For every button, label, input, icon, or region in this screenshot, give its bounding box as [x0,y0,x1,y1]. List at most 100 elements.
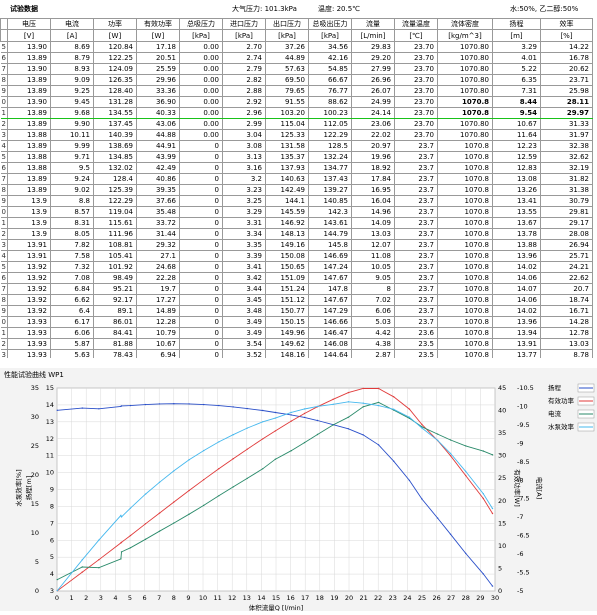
table-row[interactable]: 9 13.89 9.25 128.40 33.36 0.00 2.88 79.65 76.77 2… [0,85,593,97]
table-cell: 12.07 [351,239,395,251]
table-cell: 128.5 [308,140,352,152]
table-row[interactable]: 7 13.89 9.24 128.4 40.86 0 3.2 140.63 137.43 17.8… [0,173,593,185]
series-point [173,522,175,524]
table-cell: 137.43 [308,173,352,185]
table-cell: 13.91 [492,338,541,350]
series-point [491,454,494,456]
column-header[interactable]: 流体密度 [437,18,493,30]
table-cell: 28.11 [540,96,593,108]
table-cell: 126.35 [93,74,137,86]
series-point [482,493,484,495]
table-cell: 0 [179,283,223,295]
x-tick-label: 14 [257,594,265,602]
table-row[interactable]: 6 13.88 9.5 132.02 42.49 0 3.16 137.93 134.77 18.… [0,162,593,174]
column-header[interactable]: 电压 [7,18,51,30]
table-row[interactable]: 1 13.93 6.06 84.41 10.79 0 3.49 149.96 146.47 4.4… [0,327,593,339]
table-cell: 13.41 [492,195,541,207]
table-cell: 44.91 [136,140,180,152]
table-row[interactable]: 5 13.92 7.32 101.92 24.68 0 3.41 150.65 147.24 10… [0,261,593,273]
x-tick-label: 3 [99,594,103,602]
table-row[interactable]: 2 13.9 8.05 111.96 31.44 0 3.34 148.13 144.79 13.… [0,228,593,240]
column-header[interactable]: 进口压力 [222,18,266,30]
column-header[interactable]: 扬程 [492,18,541,30]
table-cell: 3.39 [222,250,266,262]
table-cell: 19.96 [351,151,395,163]
table-cell: 23.70 [394,63,438,75]
table-row[interactable]: 0 13.90 9.45 131.28 36.90 0.00 2.92 91.55 88.62 2… [0,96,593,108]
data-table-container[interactable]: 电压 电流 功率 有效功率 总吸压力 进口压力 出口压力 总吸出压力 流量 流量温度 流体密度 扬程效… [0,18,597,358]
table-row[interactable]: 0 13.9 8.57 119.04 35.48 0 3.29 145.59 142.3 14.9… [0,206,593,218]
right-inner-tick-label: 35 [498,429,506,437]
table-row[interactable]: 6 13.92 7.08 98.49 22.28 0 3.42 151.09 147.67 9.0… [0,272,593,284]
table-cell: 1070.8 [437,173,493,185]
table-cell: 4.01 [492,52,541,64]
table-cell: 36.90 [136,96,180,108]
table-row[interactable]: 3 13.91 7.82 108.81 29.32 0 3.35 149.16 145.8 12.… [0,239,593,251]
table-cell: 12.78 [540,327,593,339]
table-row[interactable]: 5 13.88 9.71 134.85 43.99 0 3.13 135.37 132.24 19… [0,151,593,163]
table-row[interactable]: 8 13.89 9.02 125.39 39.35 0 3.23 142.49 139.27 16… [0,184,593,196]
column-header[interactable]: 有效功率 [136,18,180,30]
table-row[interactable]: 4 13.89 9.99 138.69 44.91 0 3.08 131.58 128.5 20.… [0,140,593,152]
column-header[interactable]: 总吸压力 [179,18,223,30]
table-row[interactable]: 9 13.9 8.8 122.29 37.66 0 3.25 144.1 140.85 16.04… [0,195,593,207]
series-point [262,468,264,470]
series-point [262,421,264,423]
table-row[interactable]: 3 13.93 5.63 78.43 6.94 0 3.52 148.16 144.64 2.87… [0,349,593,358]
table-row[interactable]: 8 13.92 6.62 92.17 17.27 0 3.45 151.12 147.67 7.0… [0,294,593,306]
table-cell: 29.20 [351,52,395,64]
legend-label: 有效功率 [548,396,575,405]
series-point [98,559,100,561]
series-point [203,449,205,452]
table-cell: 1070.8 [437,140,493,152]
table-cell: 13.92 [7,305,51,317]
table-cell: 23.7 [394,140,438,152]
table-cell: 3.45 [222,294,266,306]
table-row[interactable]: 7 13.90 8.93 124.09 25.59 0.00 2.79 57.63 54.85 2… [0,63,593,75]
table-cell: 54.85 [308,63,352,75]
table-row[interactable]: 0 13.93 6.17 86.01 12.28 0 3.49 150.15 146.66 5.0… [0,316,593,328]
table-row[interactable]: 1 13.9 8.31 115.61 33.72 0 3.31 146.92 143.61 14.… [0,217,593,229]
table-cell: 151.24 [265,283,309,295]
table-row[interactable]: 8 13.89 9.09 126.35 29.96 0.00 2.82 69.50 66.67 2… [0,74,593,86]
table-cell: 23.7 [394,272,438,284]
left-inner-tick-label: 13 [46,418,54,426]
column-header[interactable]: 电流 [50,18,94,30]
x-tick-label: 13 [243,594,251,602]
column-header[interactable]: 总吸出压力 [308,18,352,30]
table-row[interactable]: 7 13.92 6.84 95.21 19.7 0 3.44 151.24 147.8 8 23.7… [0,283,593,295]
column-header[interactable]: 流量温度 [394,18,438,30]
table-cell: 137.45 [93,118,137,130]
table-cell: 18.92 [351,162,395,174]
table-row[interactable]: 4 13.91 7.58 105.41 27.1 0 3.39 150.08 146.69 11.… [0,250,593,262]
table-cell: 24.99 [351,96,395,108]
left-inner-tick-label: 10 [46,469,54,477]
column-header[interactable]: 出口压力 [265,18,309,30]
table-cell: 20.62 [540,63,593,75]
column-header[interactable]: 流量 [351,18,395,30]
table-cell: 20.7 [540,283,593,295]
column-header[interactable]: 功率 [93,18,137,30]
table-row[interactable]: 6 13.89 8.79 122.25 20.51 0.00 2.74 44.89 42.16 2… [0,52,593,64]
series-point [218,495,220,497]
table-cell: 134.85 [93,151,137,163]
table-cell: 1070.8 [437,239,493,251]
series-point [316,433,319,436]
table-cell: 122.29 [93,195,137,207]
table-row[interactable]: 2 13.93 5.87 81.88 10.67 0 3.54 149.62 146.08 4.3… [0,338,593,350]
table-row[interactable]: 3 13.88 10.11 140.39 44.88 0.00 3.04 125.33 122.… [0,129,593,141]
series-point [303,416,306,419]
table-row[interactable]: 2 13.89 9.90 137.45 43.06 0.00 2.99 115.04 112.0… [0,118,593,130]
table-row[interactable]: 1 13.89 9.68 134.55 40.33 0.00 2.96 103.20 100.2… [0,107,593,119]
series-point [465,470,467,473]
table-row[interactable]: 9 13.92 6.4 89.1 14.89 0 3.48 150.77 147.29 6.06 2… [0,305,593,317]
table-cell: 32.38 [540,140,593,152]
column-unit: [W] [93,29,137,42]
table-cell: 3.25 [222,195,266,207]
series-point [393,460,395,462]
column-header[interactable]: 效率 [540,18,593,30]
table-cell: 37.66 [136,195,180,207]
table-row[interactable]: 5 13.90 8.69 120.84 17.18 0.00 2.70 37.26 34.56 2… [0,41,593,53]
row-index: 3 [0,129,8,141]
table-cell: 9.54 [492,107,541,119]
